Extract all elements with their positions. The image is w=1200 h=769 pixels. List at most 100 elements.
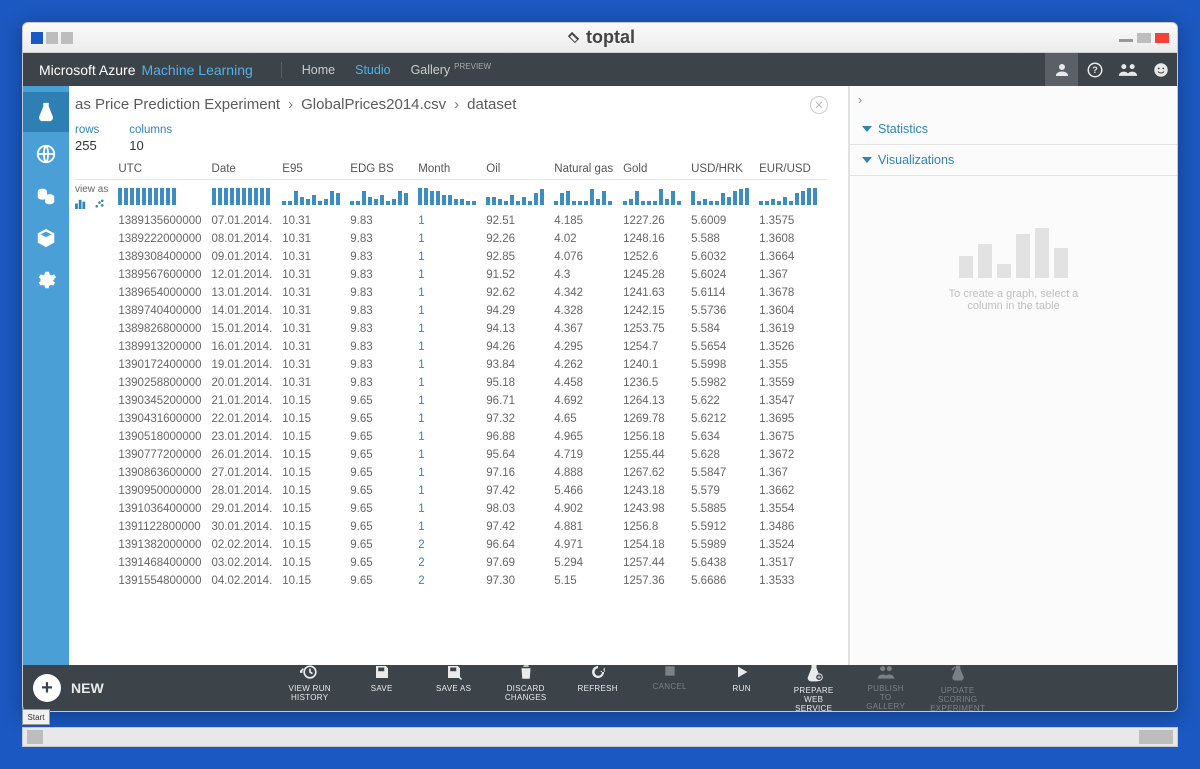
nav-modules[interactable] [23,218,69,258]
table-row[interactable]: 139138200000002.02.2014.10.159.65296.644… [75,536,827,554]
cell-oil: 94.13 [486,320,554,338]
table-row[interactable]: 139095000000028.01.2014.10.159.65197.425… [75,482,827,500]
table-row[interactable]: 138930840000009.01.2014.10.319.83192.854… [75,248,827,266]
nav-web-services[interactable] [23,134,69,174]
taskbar-tray[interactable] [1139,730,1173,744]
cell-edg: 9.65 [350,500,418,518]
column-header[interactable]: Gold [623,157,691,180]
table-row[interactable]: 139034520000021.01.2014.10.159.65196.714… [75,392,827,410]
cell-oil: 92.26 [486,230,554,248]
column-header[interactable]: UTC [118,157,211,180]
table-row[interactable]: 138991320000016.01.2014.10.319.83194.264… [75,338,827,356]
cell-edg: 9.83 [350,248,418,266]
cell-month: 1 [418,428,486,446]
cell-date: 30.01.2014. [212,518,283,536]
cell-oil: 97.42 [486,482,554,500]
column-header[interactable]: Date [212,157,283,180]
cell-utc: 1390518000000 [118,428,211,446]
column-header[interactable]: Natural gas [554,157,623,180]
cell-month: 1 [418,338,486,356]
collapse-handle[interactable]: › [850,86,1177,114]
scatter-icon[interactable] [94,198,105,209]
cell-date: 23.01.2014. [212,428,283,446]
cell-usdhrk: 5.5989 [691,536,759,554]
section-visualizations[interactable]: Visualizations [850,145,1177,176]
cell-month: 1 [418,410,486,428]
cell-edg: 9.65 [350,392,418,410]
cell-utc: 1389308400000 [118,248,211,266]
table-row[interactable]: 139103640000029.01.2014.10.159.65198.034… [75,500,827,518]
nav-studio[interactable]: Studio [355,63,390,77]
new-button[interactable]: + NEW [33,674,104,702]
section-statistics[interactable]: Statistics [850,114,1177,145]
cell-edg: 9.83 [350,320,418,338]
cell-e95: 10.15 [282,464,350,482]
cell-edg: 9.83 [350,374,418,392]
table-row[interactable]: 138965400000013.01.2014.10.319.83192.624… [75,284,827,302]
nav-gallery[interactable]: Gallery [411,63,451,77]
table-row[interactable]: 139077720000026.01.2014.10.159.65195.644… [75,446,827,464]
cell-gold: 1267.62 [623,464,691,482]
user-icon[interactable] [1045,53,1078,86]
cell-gold: 1255.44 [623,446,691,464]
cell-date: 21.01.2014. [212,392,283,410]
column-header[interactable]: E95 [282,157,350,180]
close-preview-icon[interactable]: ✕ [810,96,828,114]
footer-save[interactable]: SAVE [352,663,412,712]
footer-run[interactable]: RUN [712,663,772,712]
cell-date: 04.02.2014. [212,572,283,590]
view-as: view as [75,180,118,213]
column-header[interactable]: Month [418,157,486,180]
footer-discard-changes[interactable]: DISCARDCHANGES [496,663,556,712]
footer-prepare-web-service[interactable]: PREPAREWEBSERVICE [784,663,844,712]
cell-oil: 98.03 [486,500,554,518]
cell-usdhrk: 5.5982 [691,374,759,392]
cell-date: 02.02.2014. [212,536,283,554]
footer-refresh[interactable]: REFRESH [568,663,628,712]
triangle-down-icon [862,126,872,132]
footer-view-run-history[interactable]: VIEW RUNHISTORY [280,663,340,712]
cell-month: 1 [418,320,486,338]
footer-save-as[interactable]: SAVE AS [424,663,484,712]
footer-cancel: CANCEL [640,663,700,712]
chevron-right-icon: › [454,96,459,113]
nav-home[interactable]: Home [302,63,335,77]
breadcrumb-file[interactable]: GlobalPrices2014.csv [301,96,446,113]
team-icon[interactable] [1111,53,1144,86]
table-row[interactable]: 139086360000027.01.2014.10.159.65197.164… [75,464,827,482]
breadcrumb-experiment[interactable]: as Price Prediction Experiment [75,96,280,113]
column-header[interactable]: Oil [486,157,554,180]
cell-eurusd: 1.3526 [759,338,827,356]
column-header[interactable]: EDG BS [350,157,418,180]
table-row[interactable]: 138974040000014.01.2014.10.319.83194.294… [75,302,827,320]
nav-settings[interactable] [23,260,69,300]
help-icon[interactable]: ? [1078,53,1111,86]
nav-experiments[interactable] [23,92,69,132]
table-row[interactable]: 138982680000015.01.2014.10.319.83194.134… [75,320,827,338]
table-row[interactable]: 138922200000008.01.2014.10.319.83192.264… [75,230,827,248]
table-row[interactable]: 139025880000020.01.2014.10.319.83195.184… [75,374,827,392]
cell-utc: 1391036400000 [118,500,211,518]
azure-brand: Microsoft Azure [39,62,135,78]
table-row[interactable]: 138913560000007.01.2014.10.319.83192.514… [75,212,827,230]
table-row[interactable]: 139112280000030.01.2014.10.159.65197.424… [75,518,827,536]
cell-gas: 4.367 [554,320,623,338]
nav-datasets[interactable] [23,176,69,216]
column-header[interactable]: USD/HRK [691,157,759,180]
column-header[interactable]: EUR/USD [759,157,827,180]
table-row[interactable]: 139043160000022.01.2014.10.159.65197.324… [75,410,827,428]
cell-eurusd: 1.3547 [759,392,827,410]
window: toptal Microsoft Azure Machine Learning … [22,22,1178,712]
taskbar-item[interactable] [27,730,43,744]
cell-month: 1 [418,266,486,284]
table-row[interactable]: 139017240000019.01.2014.10.319.83193.844… [75,356,827,374]
smile-icon[interactable] [1144,53,1177,86]
start-button[interactable]: Start [22,709,50,725]
table-scroll[interactable]: UTCDateE95EDG BSMonthOilNatural gasGoldU… [69,157,848,665]
table-row[interactable]: 139155480000004.02.2014.10.159.65297.305… [75,572,827,590]
histogram-icon[interactable] [75,198,88,209]
table-row[interactable]: 139051800000023.01.2014.10.159.65196.884… [75,428,827,446]
cell-gas: 5.294 [554,554,623,572]
table-row[interactable]: 139146840000003.02.2014.10.159.65297.695… [75,554,827,572]
table-row[interactable]: 138956760000012.01.2014.10.319.83191.524… [75,266,827,284]
